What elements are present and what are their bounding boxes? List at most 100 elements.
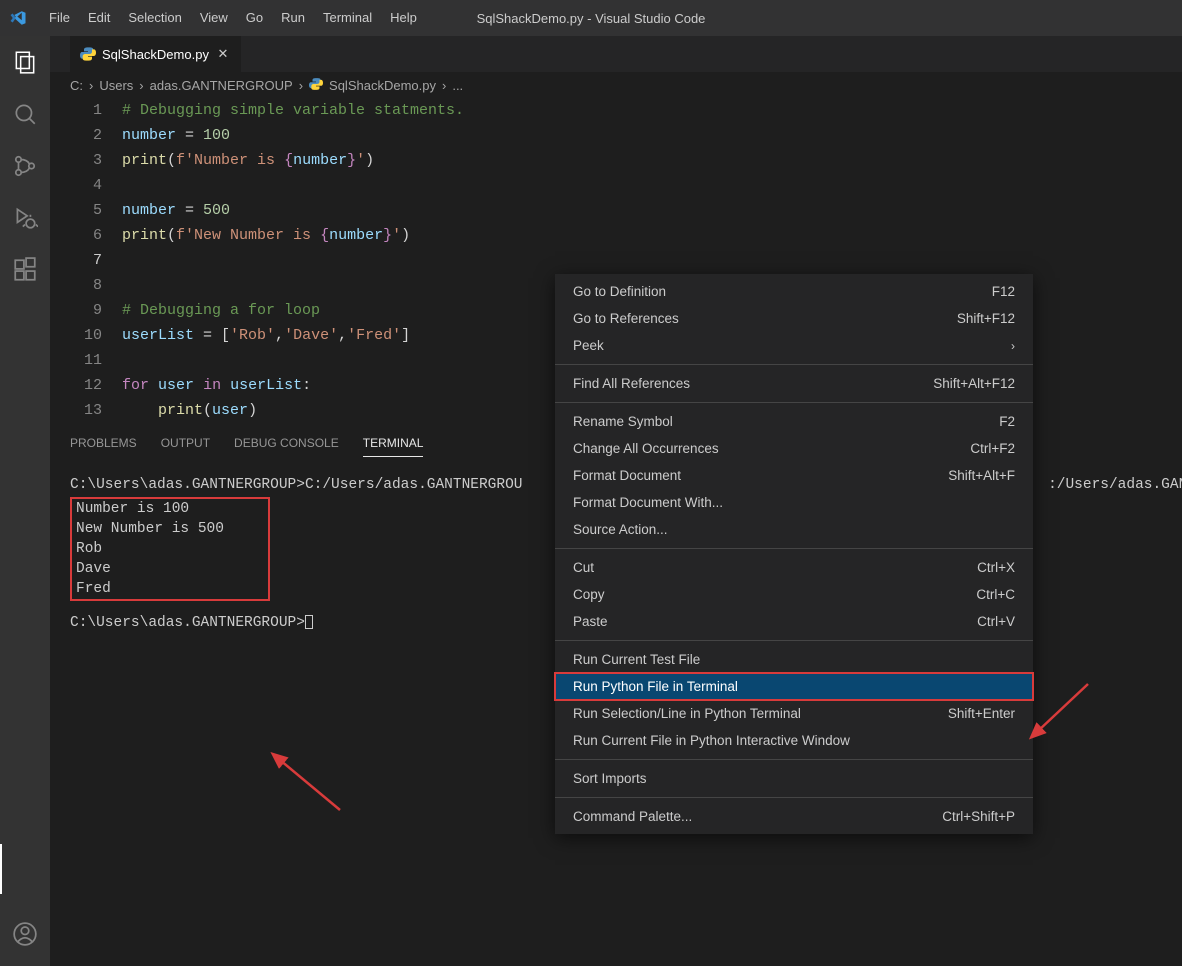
menu-item-run-current-test-file[interactable]: Run Current Test File bbox=[555, 646, 1033, 673]
menu-item-cut[interactable]: CutCtrl+X bbox=[555, 554, 1033, 581]
menu-item-find-all-references[interactable]: Find All References Shift+Alt+F12 bbox=[555, 370, 1033, 397]
editor-tabs: SqlShackDemo.py ✕ bbox=[50, 36, 1182, 72]
menu-item-label: Run Current File in Python Interactive W… bbox=[573, 733, 850, 748]
extensions-icon[interactable] bbox=[11, 256, 39, 284]
menu-item-label: Change All Occurrences bbox=[573, 441, 719, 456]
menu-separator bbox=[555, 548, 1033, 549]
menu-item-label: Peek bbox=[573, 338, 604, 353]
accounts-icon[interactable] bbox=[11, 920, 39, 948]
chevron-right-icon: › bbox=[442, 78, 446, 93]
menu-item-label: Find All References bbox=[573, 376, 690, 391]
menu-item-shortcut: Shift+Enter bbox=[948, 706, 1015, 721]
menu-item-label: Rename Symbol bbox=[573, 414, 673, 429]
menu-item-copy[interactable]: CopyCtrl+C bbox=[555, 581, 1033, 608]
code-content[interactable]: # Debugging simple variable statments.nu… bbox=[122, 98, 464, 423]
menu-selection[interactable]: Selection bbox=[119, 0, 190, 36]
code-line[interactable]: number = 500 bbox=[122, 198, 464, 223]
menu-view[interactable]: View bbox=[191, 0, 237, 36]
code-line[interactable] bbox=[122, 248, 464, 273]
line-number-gutter: 12345678910111213 bbox=[66, 98, 122, 423]
menu-item-shortcut: F2 bbox=[999, 414, 1015, 429]
explorer-icon[interactable] bbox=[11, 48, 39, 76]
menubar: FileEditSelectionViewGoRunTerminalHelp bbox=[40, 0, 426, 36]
menu-run[interactable]: Run bbox=[272, 0, 314, 36]
code-line[interactable]: # Debugging a for loop bbox=[122, 298, 464, 323]
close-icon[interactable]: ✕ bbox=[215, 46, 231, 62]
menu-go[interactable]: Go bbox=[237, 0, 272, 36]
menu-item-label: Copy bbox=[573, 587, 605, 602]
code-line[interactable] bbox=[122, 348, 464, 373]
menu-item-rename-symbol[interactable]: Rename Symbol F2 bbox=[555, 408, 1033, 435]
code-line[interactable]: number = 100 bbox=[122, 123, 464, 148]
menu-item-label: Command Palette... bbox=[573, 809, 692, 824]
panel-tab-debug-console[interactable]: DEBUG CONSOLE bbox=[234, 436, 339, 457]
menu-terminal[interactable]: Terminal bbox=[314, 0, 381, 36]
source-control-icon[interactable] bbox=[11, 152, 39, 180]
line-number: 4 bbox=[66, 173, 102, 198]
breadcrumb-part[interactable]: C: bbox=[70, 78, 83, 93]
activity-bar bbox=[0, 36, 50, 966]
menu-edit[interactable]: Edit bbox=[79, 0, 119, 36]
chevron-right-icon: › bbox=[299, 78, 303, 93]
line-number: 8 bbox=[66, 273, 102, 298]
menu-file[interactable]: File bbox=[40, 0, 79, 36]
code-line[interactable] bbox=[122, 273, 464, 298]
breadcrumb-part[interactable]: adas.GANTNERGROUP bbox=[150, 78, 293, 93]
menu-item-shortcut: Shift+Alt+F12 bbox=[933, 376, 1015, 391]
code-line[interactable]: print(f'New Number is {number}') bbox=[122, 223, 464, 248]
code-line[interactable]: print(user) bbox=[122, 398, 464, 423]
menu-item-source-action[interactable]: Source Action... bbox=[555, 516, 1033, 543]
menu-item-sort-imports[interactable]: Sort Imports bbox=[555, 765, 1033, 792]
menu-separator bbox=[555, 402, 1033, 403]
line-number: 2 bbox=[66, 123, 102, 148]
menu-item-label: Cut bbox=[573, 560, 594, 575]
run-debug-icon[interactable] bbox=[11, 204, 39, 232]
menu-item-change-all-occurrences[interactable]: Change All OccurrencesCtrl+F2 bbox=[555, 435, 1033, 462]
breadcrumb-part[interactable]: ... bbox=[452, 78, 463, 93]
code-line[interactable]: print(f'Number is {number}') bbox=[122, 148, 464, 173]
annotation-arrow bbox=[270, 750, 350, 820]
line-number: 6 bbox=[66, 223, 102, 248]
terminal-output-line: Rob bbox=[76, 539, 264, 559]
code-line[interactable]: userList = ['Rob','Dave','Fred'] bbox=[122, 323, 464, 348]
menu-item-paste[interactable]: PasteCtrl+V bbox=[555, 608, 1033, 635]
menu-item-format-document-with[interactable]: Format Document With... bbox=[555, 489, 1033, 516]
terminal-output-line: Fred bbox=[76, 579, 264, 599]
menu-separator bbox=[555, 364, 1033, 365]
code-line[interactable] bbox=[122, 173, 464, 198]
tab-filename: SqlShackDemo.py bbox=[102, 47, 209, 62]
line-number: 12 bbox=[66, 373, 102, 398]
menu-item-peek[interactable]: Peek› bbox=[555, 332, 1033, 359]
menu-item-go-to-definition[interactable]: Go to Definition F12 bbox=[555, 278, 1033, 305]
menu-item-go-to-references[interactable]: Go to ReferencesShift+F12 bbox=[555, 305, 1033, 332]
breadcrumb-part[interactable]: Users bbox=[99, 78, 133, 93]
menu-item-label: Format Document bbox=[573, 468, 681, 483]
menu-item-label: Go to References bbox=[573, 311, 679, 326]
menu-separator bbox=[555, 640, 1033, 641]
line-number: 13 bbox=[66, 398, 102, 423]
breadcrumbs[interactable]: C: › Users › adas.GANTNERGROUP › SqlShackDemo.… bbox=[50, 72, 1182, 98]
titlebar: FileEditSelectionViewGoRunTerminalHelp S… bbox=[0, 0, 1182, 36]
menu-item-run-current-file-in-python-interactive-window[interactable]: Run Current File in Python Interactive W… bbox=[555, 727, 1033, 754]
code-line[interactable]: for user in userList: bbox=[122, 373, 464, 398]
menu-item-command-palette[interactable]: Command Palette...Ctrl+Shift+P bbox=[555, 803, 1033, 830]
python-file-icon bbox=[309, 77, 323, 94]
menu-item-shortcut: F12 bbox=[992, 284, 1015, 299]
chevron-right-icon: › bbox=[139, 78, 143, 93]
menu-item-format-document[interactable]: Format DocumentShift+Alt+F bbox=[555, 462, 1033, 489]
menu-help[interactable]: Help bbox=[381, 0, 426, 36]
code-line[interactable]: # Debugging simple variable statments. bbox=[122, 98, 464, 123]
menu-item-label: Go to Definition bbox=[573, 284, 666, 299]
tab-sqlshackdemo[interactable]: SqlShackDemo.py ✕ bbox=[70, 36, 241, 72]
search-icon[interactable] bbox=[11, 100, 39, 128]
panel-tab-terminal[interactable]: TERMINAL bbox=[363, 436, 424, 457]
line-number: 1 bbox=[66, 98, 102, 123]
breadcrumb-part[interactable]: SqlShackDemo.py bbox=[329, 78, 436, 93]
python-file-icon bbox=[80, 46, 96, 62]
menu-item-run-selection-line-in-python-terminal[interactable]: Run Selection/Line in Python TerminalShi… bbox=[555, 700, 1033, 727]
chevron-right-icon: › bbox=[89, 78, 93, 93]
line-number: 9 bbox=[66, 298, 102, 323]
menu-item-run-python-file-in-terminal[interactable]: Run Python File in Terminal bbox=[555, 673, 1033, 700]
panel-tab-output[interactable]: OUTPUT bbox=[161, 436, 210, 457]
panel-tab-problems[interactable]: PROBLEMS bbox=[70, 436, 137, 457]
